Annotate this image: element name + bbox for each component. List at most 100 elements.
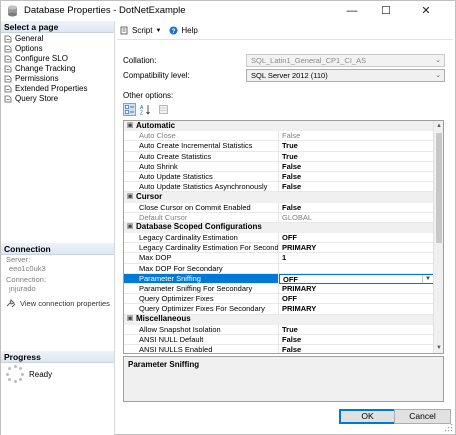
property-category[interactable]: ▣ Automatic bbox=[124, 121, 434, 132]
property-category[interactable]: ▣ Miscellaneous bbox=[124, 314, 434, 325]
page-list: General Options Configure SLO Change Tra… bbox=[1, 33, 114, 104]
property-value[interactable]: False bbox=[279, 171, 434, 183]
property-row[interactable]: Max DOP For Secondary bbox=[124, 263, 434, 274]
maximize-button[interactable]: ☐ bbox=[369, 1, 403, 21]
collapse-icon[interactable]: ▣ bbox=[124, 222, 136, 232]
collapse-icon[interactable]: ▣ bbox=[124, 192, 136, 202]
connection-header: Connection bbox=[1, 243, 114, 255]
property-name: Auto Update Statistics Asynchronously bbox=[124, 182, 279, 193]
property-value[interactable]: OFF bbox=[279, 294, 434, 305]
property-value-text: True bbox=[282, 141, 298, 151]
property-value[interactable]: False bbox=[279, 161, 434, 172]
window-title: Database Properties - DotNetExample bbox=[24, 5, 186, 16]
property-grid-scrollbar[interactable]: ▲ ▼ bbox=[433, 121, 443, 353]
property-pages-button[interactable] bbox=[157, 103, 170, 116]
property-value[interactable]: False bbox=[279, 334, 434, 346]
property-row[interactable]: Allow Snapshot Isolation True bbox=[124, 324, 434, 335]
property-name: Auto Update Statistics bbox=[124, 171, 279, 183]
resize-grip-icon[interactable] bbox=[445, 424, 453, 432]
page-icon bbox=[4, 75, 12, 83]
property-value[interactable]: PRIMARY bbox=[279, 243, 434, 254]
property-row[interactable]: Auto Create Statistics True bbox=[124, 151, 434, 162]
property-grid[interactable]: ▣ Automatic Auto Close False Auto Create Inc… bbox=[123, 120, 444, 354]
property-grid-toolbar: A Z bbox=[123, 103, 173, 116]
property-row[interactable]: Legacy Cardinality Estimation For Second… bbox=[124, 243, 434, 254]
property-row[interactable]: Parameter Sniffing OFF ▼ bbox=[124, 273, 434, 284]
property-pages-icon bbox=[159, 105, 168, 114]
property-description-pane: Parameter Sniffing bbox=[123, 356, 444, 402]
collation-row: Collation: SQL_Latin1_General_CP1_CI_AS … bbox=[123, 54, 448, 68]
property-row[interactable]: Max DOP 1 bbox=[124, 253, 434, 264]
page-item-configure-slo[interactable]: Configure SLO bbox=[1, 54, 114, 64]
property-row[interactable]: Legacy Cardinality Estimation OFF bbox=[124, 233, 434, 244]
title-bar[interactable]: Database Properties - DotNetExample — ☐ … bbox=[1, 1, 455, 21]
property-value-text: OFF bbox=[283, 274, 298, 284]
page-item-permissions[interactable]: Permissions bbox=[1, 74, 114, 84]
property-value[interactable]: OFF bbox=[279, 233, 434, 244]
page-item-change-tracking[interactable]: Change Tracking bbox=[1, 64, 114, 74]
view-connection-properties-link[interactable]: View connection properties bbox=[6, 299, 114, 308]
chevron-down-icon: ⌄ bbox=[435, 72, 441, 79]
property-value[interactable]: False bbox=[279, 182, 434, 193]
property-row[interactable]: Query Optimizer Fixes For Secondary PRIMA… bbox=[124, 304, 434, 315]
chevron-down-icon[interactable]: ▼ bbox=[422, 274, 433, 283]
collapse-icon[interactable]: ▣ bbox=[124, 121, 136, 131]
page-item-general[interactable]: General bbox=[1, 34, 114, 44]
ok-button[interactable]: OK bbox=[339, 409, 396, 424]
property-value[interactable]: True bbox=[279, 324, 434, 335]
property-row[interactable]: Close Cursor on Commit Enabled False bbox=[124, 202, 434, 213]
property-value[interactable]: False bbox=[279, 345, 434, 353]
property-value[interactable]: PRIMARY bbox=[279, 304, 434, 315]
property-value[interactable]: GLOBAL bbox=[279, 212, 434, 223]
property-row[interactable]: Auto Close False bbox=[124, 131, 434, 142]
compatibility-value: SQL Server 2012 (110) bbox=[251, 71, 328, 80]
description-title: Parameter Sniffing bbox=[128, 360, 200, 369]
page-item-query-store[interactable]: Query Store bbox=[1, 94, 114, 104]
property-row[interactable]: Auto Create Incremental Statistics True bbox=[124, 141, 434, 152]
property-value-text: GLOBAL bbox=[282, 212, 313, 222]
property-row[interactable]: Auto Update Statistics False bbox=[124, 171, 434, 183]
property-value[interactable]: OFF ▼ bbox=[279, 273, 434, 284]
scroll-thumb[interactable] bbox=[436, 133, 442, 243]
page-icon bbox=[4, 55, 12, 63]
property-value[interactable]: 1 bbox=[279, 253, 434, 264]
script-button[interactable]: Script ▼ bbox=[120, 26, 161, 35]
svg-text:?: ? bbox=[172, 28, 176, 35]
property-value-text: 1 bbox=[282, 253, 287, 263]
property-row[interactable]: Parameter Sniffing For Secondary PRIMARY bbox=[124, 284, 434, 295]
collation-select[interactable]: SQL_Latin1_General_CP1_CI_AS ⌄ bbox=[246, 54, 445, 67]
cancel-button[interactable]: Cancel bbox=[394, 409, 451, 424]
collapse-icon[interactable]: ▣ bbox=[124, 314, 136, 324]
property-value[interactable]: False bbox=[279, 202, 434, 213]
property-row[interactable]: Default Cursor GLOBAL bbox=[124, 212, 434, 223]
property-row[interactable]: Auto Shrink False bbox=[124, 161, 434, 172]
scroll-down-icon[interactable]: ▼ bbox=[434, 343, 443, 353]
property-value[interactable]: PRIMARY bbox=[279, 284, 434, 295]
alphabetical-button[interactable]: A Z bbox=[139, 103, 152, 116]
property-category[interactable]: ▣ Database Scoped Configurations bbox=[124, 222, 434, 234]
connection-label: Connection: bbox=[6, 275, 47, 284]
property-name: Auto Close bbox=[124, 131, 279, 142]
property-value[interactable]: False bbox=[279, 131, 434, 142]
property-value[interactable]: True bbox=[279, 151, 434, 162]
property-value-text: False bbox=[282, 202, 302, 212]
page-item-extended-properties[interactable]: Extended Properties bbox=[1, 84, 114, 94]
property-value[interactable]: True bbox=[279, 141, 434, 152]
help-button[interactable]: ? Help bbox=[169, 26, 198, 35]
page-item-options[interactable]: Options bbox=[1, 44, 114, 54]
property-value-text: False bbox=[282, 171, 302, 181]
categorized-button[interactable] bbox=[123, 103, 136, 116]
property-row[interactable]: ANSI NULL Default False bbox=[124, 334, 434, 346]
compatibility-select[interactable]: SQL Server 2012 (110) ⌄ bbox=[246, 69, 445, 82]
property-value-text: False bbox=[282, 182, 302, 192]
property-category[interactable]: ▣ Cursor bbox=[124, 192, 434, 203]
property-row[interactable]: Auto Update Statistics Asynchronously Fal… bbox=[124, 182, 434, 193]
minimize-button[interactable]: — bbox=[335, 1, 369, 21]
property-row[interactable]: Query Optimizer Fixes OFF bbox=[124, 294, 434, 305]
scroll-up-icon[interactable]: ▲ bbox=[434, 121, 443, 131]
property-row[interactable]: ANSI NULLS Enabled False bbox=[124, 345, 434, 353]
page-item-label: Configure SLO bbox=[15, 54, 68, 63]
chevron-down-icon: ⌄ bbox=[435, 57, 441, 64]
close-button[interactable]: ✕ bbox=[409, 1, 443, 21]
property-value[interactable] bbox=[279, 263, 434, 274]
